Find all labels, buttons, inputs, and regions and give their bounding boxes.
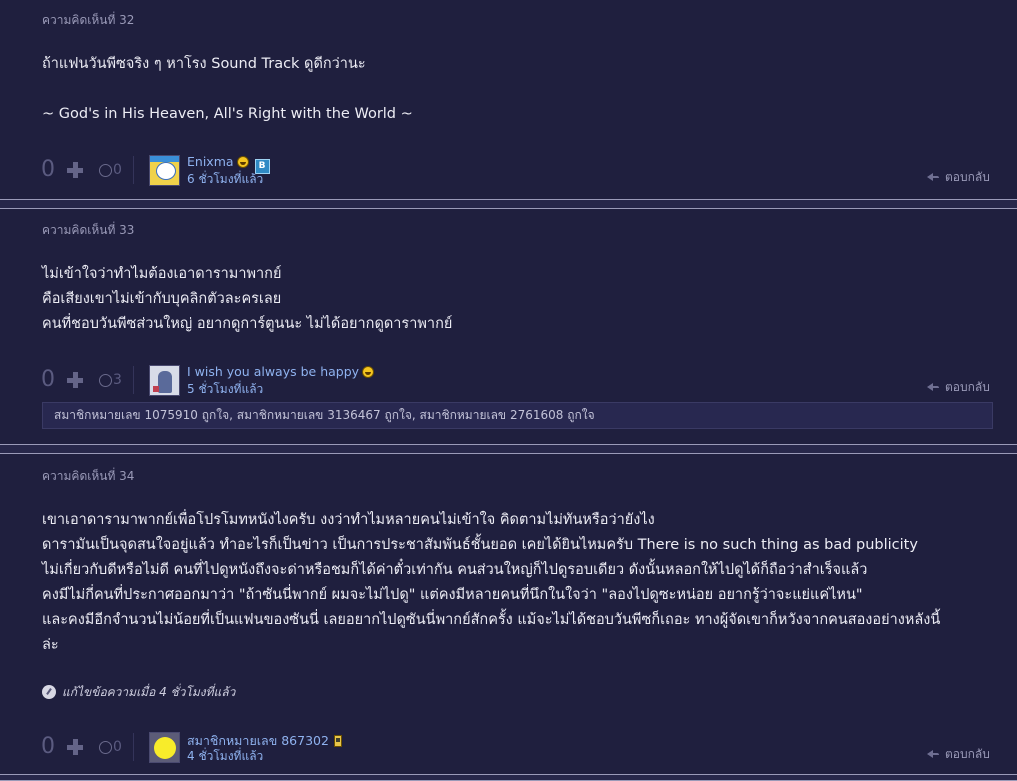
avatar[interactable] [149, 365, 180, 396]
vote-separator [133, 156, 134, 184]
avatar-accent-icon [153, 386, 159, 392]
reply-button[interactable]: ตอบกลับ [927, 378, 990, 397]
avatar-face-icon [156, 162, 176, 180]
edit-note: แก้ไขข้อความเมื่อ 4 ชั่วโมงที่แล้ว [42, 683, 235, 702]
smiley-icon [236, 156, 249, 168]
vote-plus-button[interactable] [62, 367, 88, 393]
comment-line: ถ้าแฟนวันพีซจริง ๆ หาโรง Sound Track ดูด… [42, 56, 366, 72]
comment-line: ดารามันเป็นจุดสนใจอยู่แล้ว ทำอะไรก็เป็นข… [42, 537, 918, 553]
vote-plus-button[interactable] [62, 734, 88, 760]
comment-line: ไม่เข้าใจว่าทำไมต้องเอาดารามาพากย์ [42, 266, 282, 282]
emotion-count: 0 [113, 739, 122, 755]
emotion-count: 3 [113, 372, 122, 388]
comment-line: คงมีไม่กี่คนที่ประกาศออกมาว่า "ถ้าซันนี่… [42, 587, 863, 603]
emotion-icon[interactable] [99, 374, 112, 387]
comment-32: ความคิดเห็นที่ 32 ถ้าแฟนวันพีซจริง ๆ หาโ… [0, 0, 1017, 197]
comment-number: ความคิดเห็นที่ 34 [42, 469, 135, 483]
comment-line: คือเสียงเขาไม่เข้ากับบุคลิกตัวละครเลย [42, 291, 282, 307]
comment-line: ล่ะ [42, 637, 59, 653]
vote-separator [133, 366, 134, 394]
comment-time: 4 ชั่วโมงที่แล้ว [187, 749, 264, 763]
avatar[interactable] [149, 732, 180, 763]
avatar-figure-icon [158, 371, 172, 393]
smiley-icon [362, 366, 375, 378]
comment-number: ความคิดเห็นที่ 33 [42, 223, 135, 237]
vote-plus-button[interactable] [62, 157, 88, 183]
comment-body: เขาเอาดารามาพากย์เพื่อโปรโมทหนังไงครับ ง… [42, 508, 940, 658]
comment-number: ความคิดเห็นที่ 32 [42, 13, 135, 27]
avatar-band-icon [150, 156, 179, 162]
reply-icon [927, 172, 939, 182]
vote-separator [133, 733, 134, 761]
comment-divider [0, 774, 1017, 781]
comment-time: 5 ชั่วโมงที่แล้ว [187, 382, 264, 396]
comment-line: ไม่เกี่ยวกับดีหรือไม่ดี คนที่ไปดูหนังถึง… [42, 562, 868, 578]
emotion-count: 0 [113, 162, 122, 178]
comment-line [42, 77, 413, 102]
comment-line: เขาเอาดารามาพากย์เพื่อโปรโมทหนังไงครับ ง… [42, 512, 655, 528]
mobile-badge-icon [333, 735, 342, 747]
edit-icon [42, 685, 56, 699]
author-name[interactable]: I wish you always be happy [187, 364, 375, 379]
comment-line: คนที่ชอบวันพีซส่วนใหญ่ อยากดูการ์ตูนนะ ไ… [42, 316, 453, 332]
emotion-icon[interactable] [99, 164, 112, 177]
comment-body: ถ้าแฟนวันพีซจริง ๆ หาโรง Sound Track ดูด… [42, 52, 413, 127]
comment-divider [0, 199, 1017, 209]
comment-body: ไม่เข้าใจว่าทำไมต้องเอาดารามาพากย์ คือเส… [42, 262, 452, 337]
comment-line: และคงมีอีกจำนวนไม่น้อยที่เป็นแฟนของซันนี… [42, 612, 941, 628]
vote-count: 0 [41, 367, 55, 392]
comment-line: ~ God's in His Heaven, All's Right with … [42, 106, 413, 122]
vote-count: 0 [41, 157, 55, 182]
emotion-icon[interactable] [99, 741, 112, 754]
reply-icon [927, 382, 939, 392]
reply-icon [927, 749, 939, 759]
reply-button[interactable]: ตอบกลับ [927, 168, 990, 187]
comment-time: 6 ชั่วโมงที่แล้ว [187, 172, 264, 186]
avatar[interactable] [149, 155, 180, 186]
likes-list: สมาชิกหมายเลข 1075910 ถูกใจ, สมาชิกหมายเ… [42, 402, 993, 429]
reply-button[interactable]: ตอบกลับ [927, 745, 990, 764]
comment-divider [0, 444, 1017, 454]
vote-count: 0 [41, 734, 55, 759]
avatar-smiley-icon [154, 737, 176, 759]
